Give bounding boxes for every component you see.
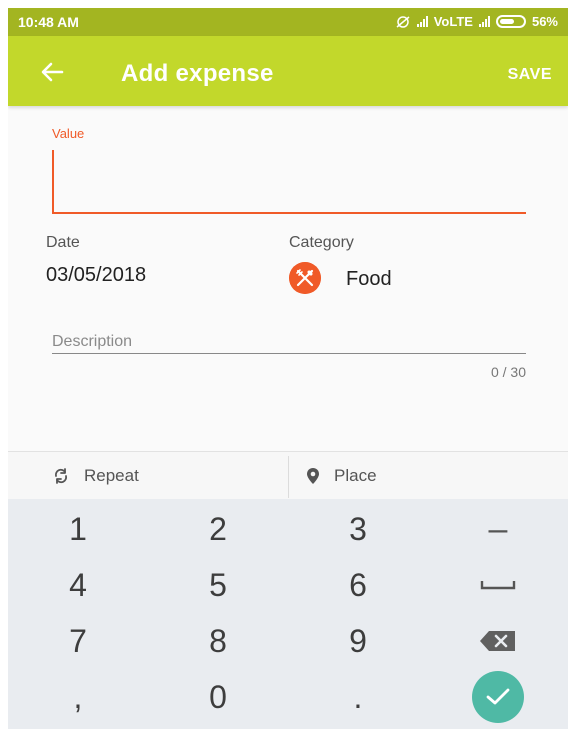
- category-selector[interactable]: Food: [346, 268, 392, 291]
- category-label: Category: [289, 234, 354, 251]
- key-space[interactable]: [428, 557, 568, 613]
- place-button[interactable]: Place: [306, 452, 377, 500]
- done-button[interactable]: [472, 671, 524, 723]
- character-counter: 0 / 30: [490, 364, 526, 380]
- value-input[interactable]: [52, 148, 526, 214]
- key-minus[interactable]: –: [428, 501, 568, 557]
- key-2[interactable]: 2: [148, 501, 288, 557]
- network-type: VoLTE: [433, 14, 473, 29]
- battery-icon: [495, 15, 526, 28]
- arrow-back-icon[interactable]: [38, 58, 66, 86]
- date-picker[interactable]: 03/05/2018: [46, 264, 146, 287]
- text-cursor: [52, 150, 54, 212]
- key-1[interactable]: 1: [8, 501, 148, 557]
- key-comma[interactable]: ,: [8, 669, 148, 725]
- key-7[interactable]: 7: [8, 613, 148, 669]
- page-title: Add expense: [121, 60, 274, 87]
- extra-actions-bar: Repeat Place: [8, 451, 568, 499]
- alarm-off-icon: [396, 15, 410, 28]
- key-5[interactable]: 5: [148, 557, 288, 613]
- app-bar: Add expense SAVE: [8, 36, 568, 106]
- battery-level: 56%: [531, 14, 558, 29]
- status-icons: VoLTE 56%: [395, 14, 558, 29]
- actions-divider: [288, 456, 289, 498]
- value-label: Value: [52, 126, 85, 141]
- backspace-icon: [480, 631, 515, 651]
- description-input[interactable]: [52, 330, 526, 354]
- repeat-icon: [54, 468, 68, 484]
- app-screen: 10:48 AM VoLTE 56% Add expense SAVE Valu…: [8, 8, 568, 729]
- key-6[interactable]: 6: [288, 557, 428, 613]
- key-9[interactable]: 9: [288, 613, 428, 669]
- repeat-button[interactable]: Repeat: [52, 452, 139, 500]
- location-pin-icon: [307, 468, 319, 484]
- place-label: Place: [334, 466, 377, 485]
- repeat-label: Repeat: [84, 466, 139, 485]
- signal-icon-2: [478, 16, 490, 27]
- space-bar-icon: [480, 581, 516, 590]
- key-backspace[interactable]: [428, 613, 568, 669]
- key-4[interactable]: 4: [8, 557, 148, 613]
- key-done[interactable]: [428, 669, 568, 725]
- key-0[interactable]: 0: [148, 669, 288, 725]
- signal-icon: [416, 16, 428, 27]
- status-time: 10:48 AM: [18, 14, 79, 30]
- status-bar: 10:48 AM VoLTE 56%: [8, 8, 568, 36]
- numeric-keypad: 1 2 3 – 4 5 6 7 8 9 , 0 .: [8, 499, 568, 729]
- key-3[interactable]: 3: [288, 501, 428, 557]
- date-label: Date: [46, 234, 80, 251]
- checkmark-icon: [486, 688, 510, 705]
- key-8[interactable]: 8: [148, 613, 288, 669]
- save-button[interactable]: SAVE: [508, 66, 552, 84]
- key-period[interactable]: .: [288, 669, 428, 725]
- fork-knife-icon[interactable]: [289, 262, 321, 294]
